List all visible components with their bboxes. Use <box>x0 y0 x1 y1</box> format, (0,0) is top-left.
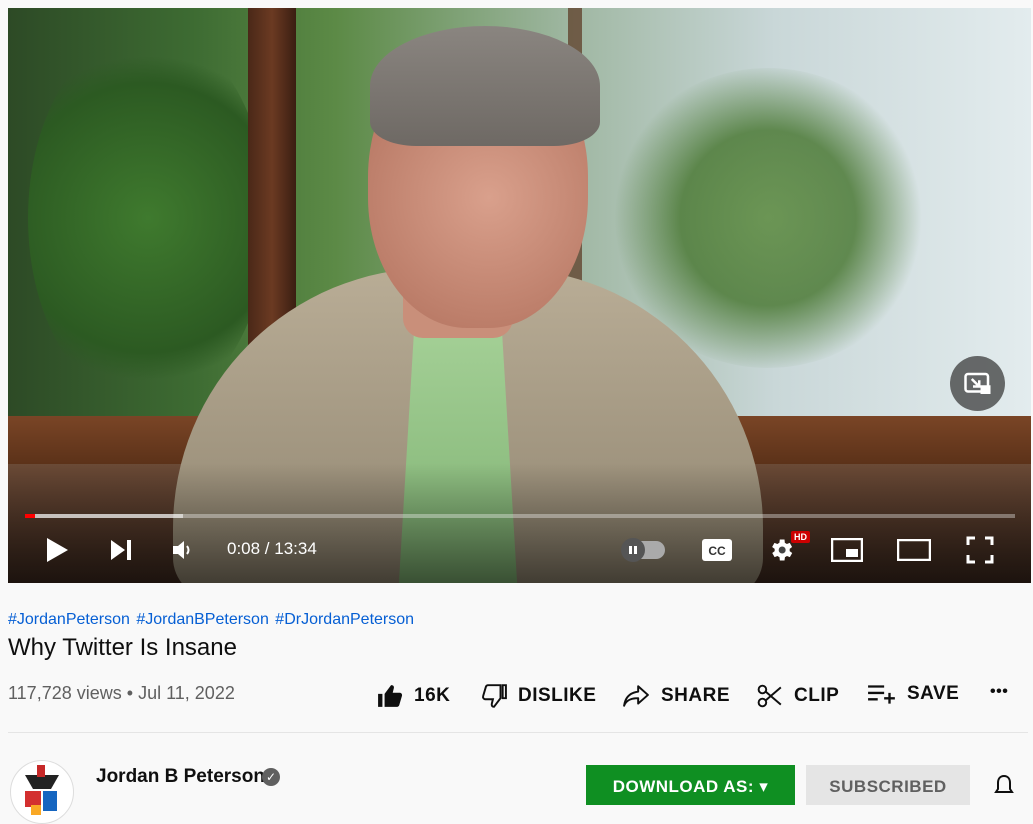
playlist-add-icon <box>868 685 895 704</box>
hashtag-link[interactable]: #DrJordanPeterson <box>275 611 414 628</box>
play-button[interactable] <box>44 536 70 564</box>
time-display: 0:08 / 13:34 <box>227 539 317 558</box>
thumbs-up-icon <box>378 685 403 707</box>
speaker-hair <box>370 26 600 146</box>
download-as-button[interactable]: DOWNLOAD AS: ▾ <box>586 765 795 805</box>
share-label: SHARE <box>661 685 731 706</box>
channel-name[interactable]: Jordan B Peterson <box>96 766 265 788</box>
volume-button[interactable] <box>170 538 196 562</box>
subscribed-button[interactable]: SUBSCRIBED <box>806 765 970 805</box>
hd-badge: HD <box>791 531 810 543</box>
next-button[interactable] <box>108 538 134 562</box>
captions-button[interactable]: CC <box>701 537 733 563</box>
clip-label: CLIP <box>794 685 840 706</box>
video-stats: 117,728 views • Jul 11, 2022 <box>8 683 235 704</box>
miniplayer-icon <box>831 538 863 562</box>
next-icon <box>111 540 131 560</box>
autoplay-toggle[interactable] <box>621 538 665 562</box>
stats-separator: • <box>126 683 134 703</box>
captions-icon: CC <box>702 539 732 561</box>
like-button[interactable]: 16K <box>376 683 450 709</box>
clip-button[interactable]: CLIP <box>756 683 839 709</box>
miniplayer-button[interactable] <box>830 537 864 563</box>
progress-bar[interactable] <box>25 514 1015 518</box>
volume-icon <box>173 541 190 559</box>
theater-mode-icon <box>897 539 931 561</box>
progress-buffered <box>25 514 184 518</box>
video-title: Why Twitter Is Insane <box>8 634 237 661</box>
fullscreen-icon <box>966 536 994 564</box>
view-count: 117,728 views <box>8 683 122 703</box>
share-icon <box>623 685 649 707</box>
divider <box>8 732 1028 733</box>
progress-played <box>25 514 35 518</box>
autoplay-knob <box>621 538 645 562</box>
thumbs-down-icon <box>482 684 507 708</box>
svg-text:CC: CC <box>708 544 726 558</box>
more-icon: ••• <box>990 683 1009 700</box>
publish-date: Jul 11, 2022 <box>138 683 235 703</box>
theater-mode-button[interactable] <box>896 539 932 561</box>
hashtag-link[interactable]: #JordanPeterson <box>8 611 130 628</box>
background-tree <box>28 28 268 408</box>
picture-in-picture-icon <box>963 372 990 394</box>
dislike-button[interactable]: DISLIKE <box>480 683 596 709</box>
hashtags: #JordanPeterson #JordanBPeterson #DrJord… <box>8 611 416 629</box>
verified-icon: ✓ <box>262 768 280 786</box>
bell-icon <box>994 774 1014 793</box>
like-count: 16K <box>414 685 451 706</box>
save-label: SAVE <box>907 683 960 704</box>
pause-icon <box>629 546 637 554</box>
more-actions-button[interactable]: ••• <box>990 683 1008 701</box>
save-button[interactable]: SAVE <box>867 683 959 705</box>
share-button[interactable]: SHARE <box>621 683 730 709</box>
fullscreen-button[interactable] <box>965 536 995 564</box>
video-player[interactable]: 0:08 / 13:34 CC HD <box>8 8 1031 583</box>
dislike-label: DISLIKE <box>518 685 597 706</box>
picture-in-picture-button[interactable] <box>950 356 1005 411</box>
hashtag-link[interactable]: #JordanBPeterson <box>136 611 269 628</box>
channel-logo-icon <box>19 765 65 815</box>
play-icon <box>47 538 68 562</box>
scissors-icon <box>757 684 782 708</box>
channel-avatar[interactable] <box>10 760 74 824</box>
controls-shade <box>8 463 1031 583</box>
